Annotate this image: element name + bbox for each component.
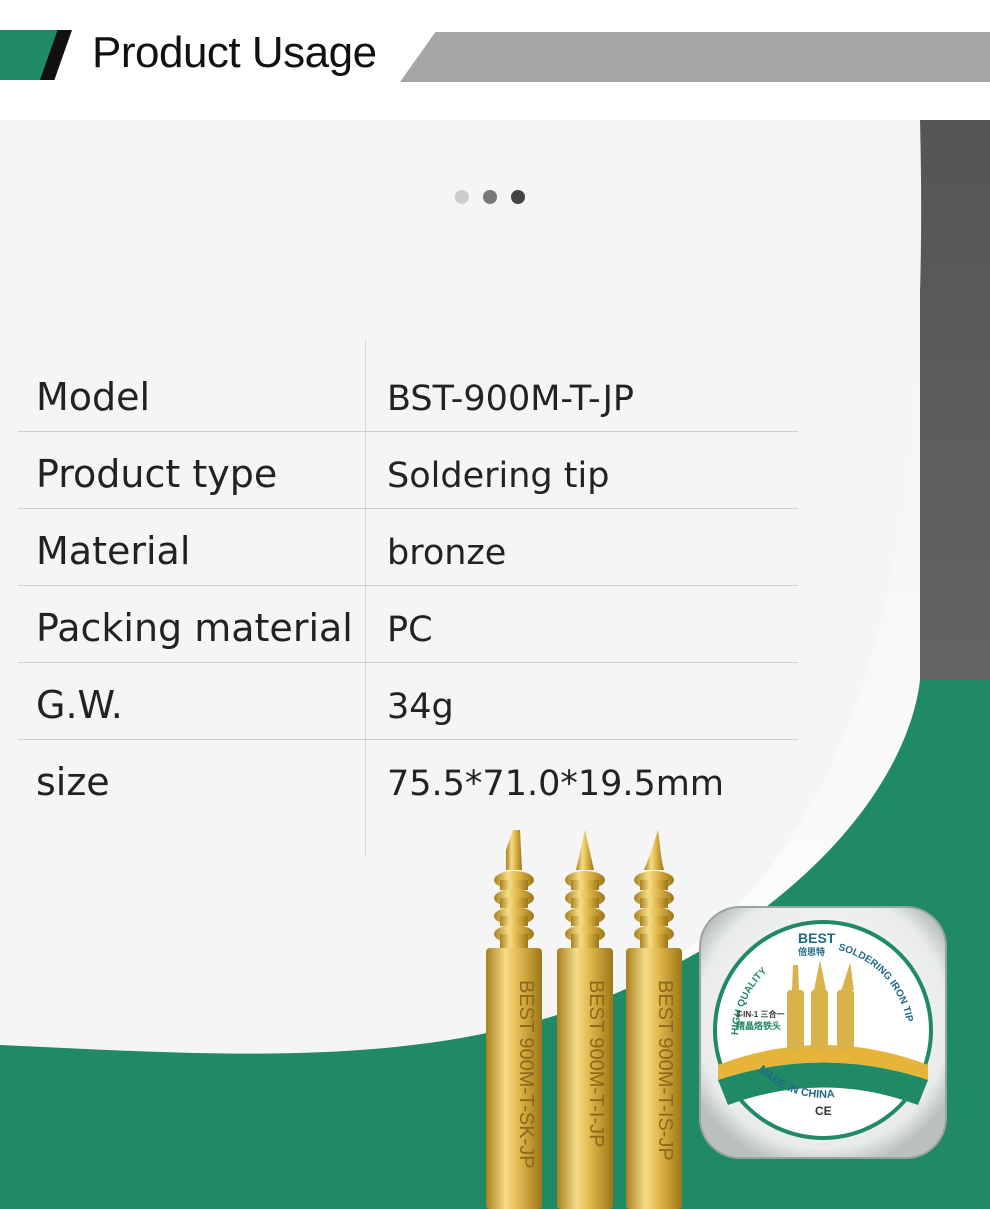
page-title: Product Usage: [92, 28, 377, 77]
spec-row-product-type: Product type Soldering tip: [18, 432, 798, 509]
spec-value: BST-900M-T-JP: [387, 379, 634, 419]
spec-value: 34g: [387, 687, 454, 727]
tip-engraving: BEST 900M-T-IS-JP: [654, 980, 676, 1161]
tip-engraving: BEST 900M-T-SK-JP: [515, 980, 537, 1169]
spec-row-size: size 75.5*71.0*19.5mm: [18, 740, 798, 816]
carousel-dot-2[interactable]: [483, 190, 497, 204]
tip-sk: BEST 900M-T-SK-JP: [486, 830, 542, 1209]
carousel-dots: [455, 190, 525, 204]
soldering-tips-image: BEST 900M-T-SK-JP BEST 900M-T-I-JP BEST …: [486, 830, 682, 1209]
spec-label: size: [36, 760, 110, 804]
tip-is: BEST 900M-T-IS-JP: [626, 830, 682, 1209]
spec-label: G.W.: [36, 683, 123, 727]
spec-label: Product type: [36, 452, 278, 496]
package-brand: BEST: [798, 930, 836, 946]
spec-value: Soldering tip: [387, 456, 610, 496]
carousel-dot-1[interactable]: [455, 190, 469, 204]
header-banner: Product Usage: [0, 0, 990, 120]
tip-engraving: BEST 900M-T-I-JP: [585, 980, 607, 1147]
spec-label: Model: [36, 375, 151, 419]
carousel-dot-3[interactable]: [511, 190, 525, 204]
package-line1: 3-IN-1 三合一: [736, 1009, 784, 1019]
spec-row-model: Model BST-900M-T-JP: [18, 355, 798, 432]
package-line2: 精晶烙铁头: [736, 1020, 781, 1031]
product-package-image: BEST 倍思特 HIGH QUALITY SOLDERING IRON TIP…: [699, 906, 947, 1159]
spec-row-material: Material bronze: [18, 509, 798, 586]
spec-row-gross-weight: G.W. 34g: [18, 663, 798, 740]
tip-i: BEST 900M-T-I-JP: [557, 830, 613, 1209]
package-brand-cn: 倍思特: [798, 946, 825, 957]
header-gray-bar: [400, 32, 990, 82]
spec-value: PC: [387, 610, 433, 650]
spec-value: 75.5*71.0*19.5mm: [387, 764, 724, 804]
spec-value: bronze: [387, 533, 507, 573]
spec-table: Model BST-900M-T-JP Product type Solderi…: [18, 355, 798, 816]
spec-label: Packing material: [36, 606, 353, 650]
package-ce-mark: CE: [815, 1104, 832, 1118]
spec-row-packing-material: Packing material PC: [18, 586, 798, 663]
spec-label: Material: [36, 529, 191, 573]
